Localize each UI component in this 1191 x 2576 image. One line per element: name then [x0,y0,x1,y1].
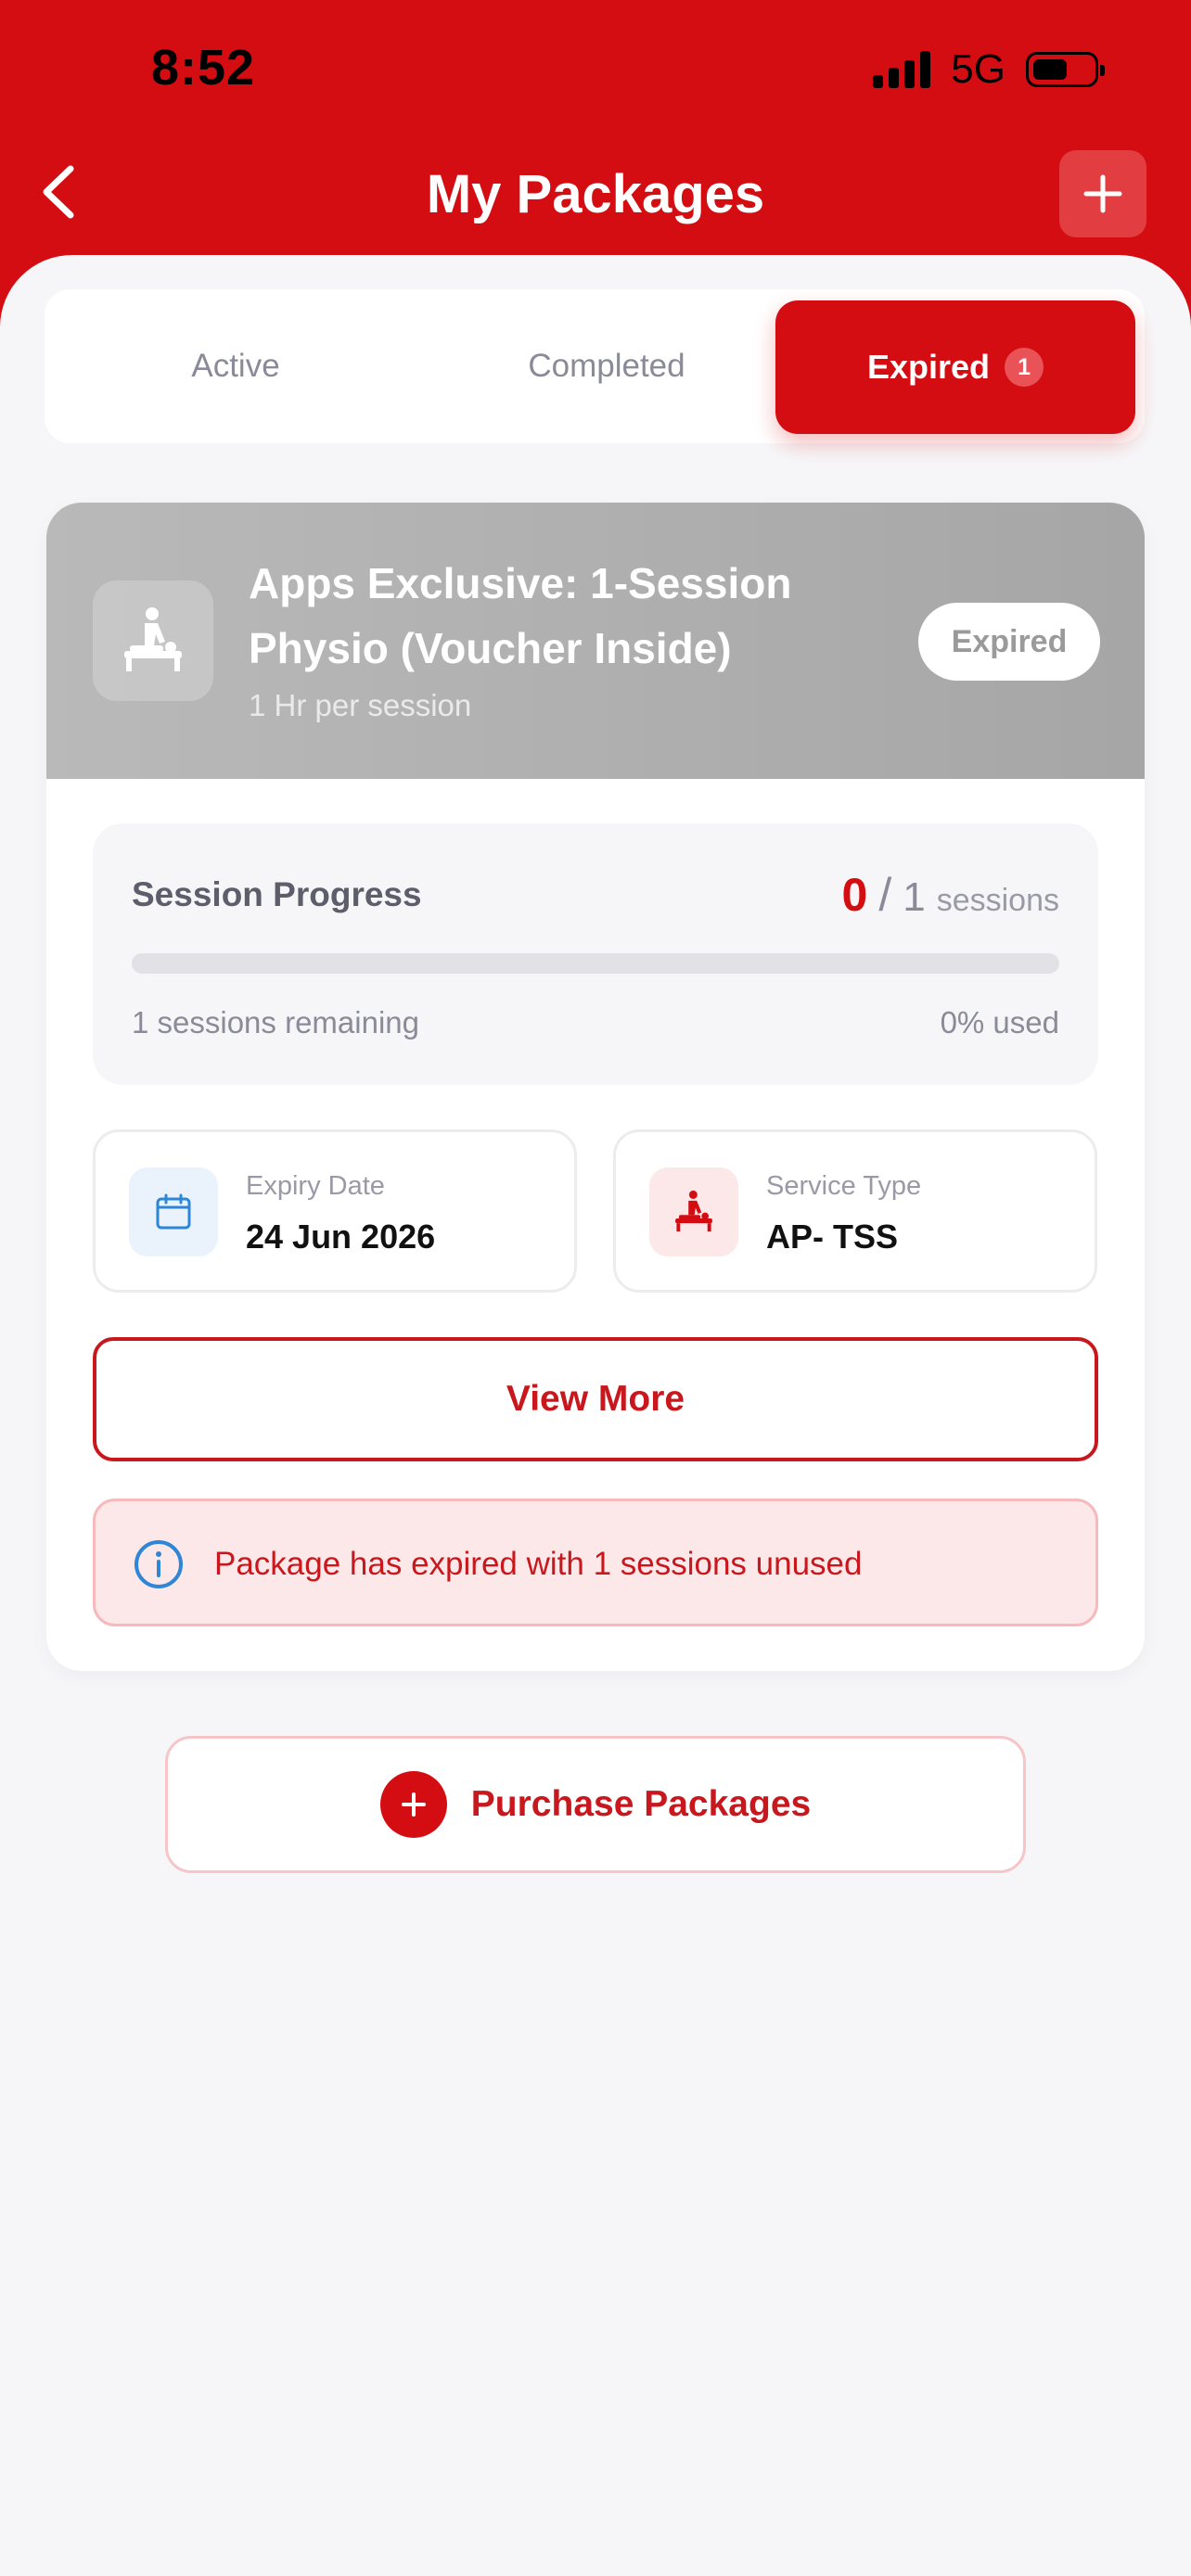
count-badge: 1 [1005,348,1044,387]
status-time: 8:52 [151,40,256,96]
sessions-unit: sessions [936,883,1059,918]
service-value: AP- TSS [766,1218,899,1256]
percent-used: 0% used [940,1005,1059,1039]
sessions-remaining: 1 sessions remaining [132,1005,419,1039]
plus-circle-icon [379,1771,447,1838]
sessions-used: 0 [841,869,868,921]
notice-text: Package has expired with 1 sessions unus… [214,1546,863,1582]
purchase-packages-button[interactable]: Purchase Packages [165,1736,1026,1873]
tab-bar: Active Completed Expired 1 [45,289,1145,443]
tab-label: Completed [528,348,685,384]
service-type-tile: Service Type AP- TSS [613,1129,1097,1293]
page-title: My Packages [426,164,765,224]
tab-active[interactable]: Active [45,289,427,443]
add-package-button[interactable] [1059,150,1146,237]
package-card-header: Apps Exclusive: 1-Session Physio (Vouche… [46,503,1145,779]
massage-icon [649,1167,738,1256]
tab-expired[interactable]: Expired 1 [775,300,1135,434]
massage-icon [93,580,213,701]
calendar-icon [129,1167,218,1256]
progress-label: Session Progress [132,875,422,913]
tab-completed[interactable]: Completed [421,289,792,443]
network-type: 5G [951,46,1005,92]
sessions-total: 1 [903,874,926,920]
expired-notice: Package has expired with 1 sessions unus… [93,1498,1098,1626]
package-subtitle: 1 Hr per session [249,688,472,722]
expiry-value: 24 Jun 2026 [246,1218,436,1256]
tab-label: Active [191,348,280,384]
plus-icon [1083,174,1122,213]
expiry-label: Expiry Date [246,1171,385,1201]
package-title: Apps Exclusive: 1-Session Physio (Vouche… [249,559,792,672]
divider-slash: / [878,869,892,921]
status-indicators: 5G [873,46,1105,93]
purchase-label: Purchase Packages [470,1784,812,1824]
view-more-button[interactable]: View More [93,1337,1098,1461]
battery-icon [1026,52,1105,87]
expiry-date-tile: Expiry Date 24 Jun 2026 [93,1129,577,1293]
service-label: Service Type [766,1171,922,1201]
tab-label: Expired [866,348,991,386]
progress-bar [132,953,1059,974]
session-progress: Session Progress 0 / 1 sessions 1 sessio… [93,823,1098,1085]
progress-count: 0 / 1 sessions [842,868,1059,922]
signal-icon [873,51,931,88]
package-card: Apps Exclusive: 1-Session Physio (Vouche… [46,503,1145,1671]
info-icon [134,1540,183,1588]
status-badge: Expired [918,603,1100,681]
